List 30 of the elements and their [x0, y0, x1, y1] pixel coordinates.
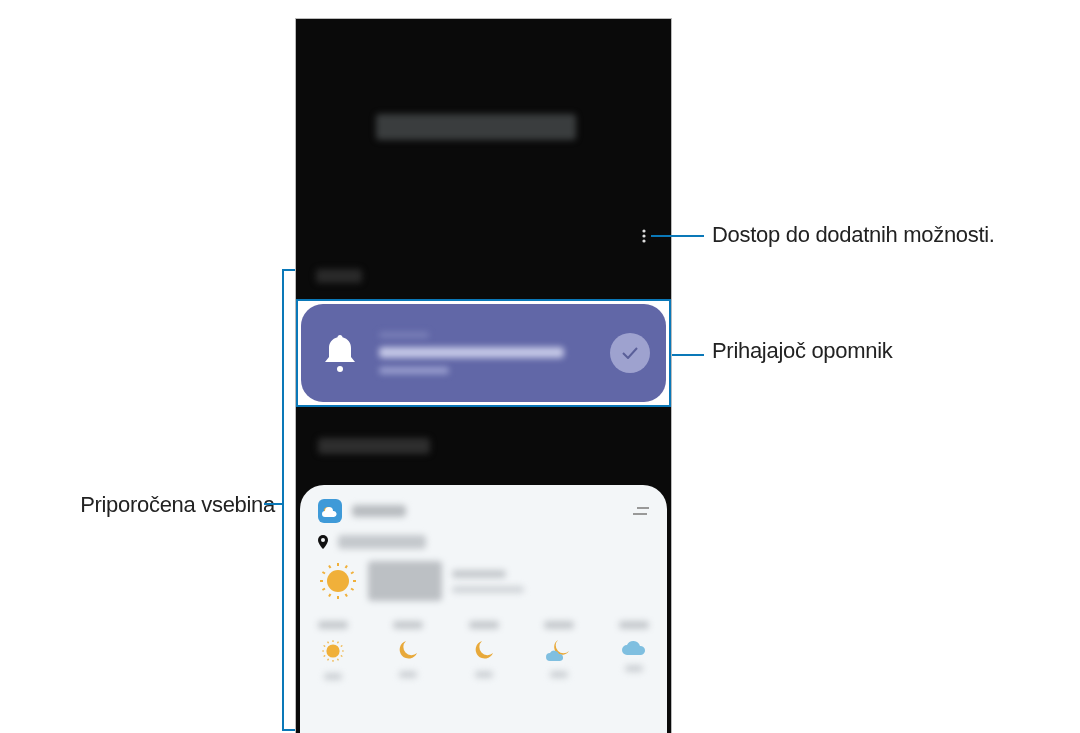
check-icon	[622, 347, 638, 359]
moon-icon	[397, 639, 420, 661]
blurred-text	[318, 621, 348, 629]
blurred-text	[379, 367, 449, 374]
callout-label: Dostop do dodatnih možnosti.	[712, 221, 996, 249]
sun-icon	[318, 561, 358, 601]
blurred-text	[625, 665, 643, 672]
callout-label: Prihajajoč opomnik	[712, 337, 894, 365]
bell-icon	[323, 333, 357, 373]
blurred-text	[549, 671, 568, 678]
more-options-icon	[642, 229, 646, 243]
sun-icon	[321, 639, 345, 663]
leader-line	[651, 235, 704, 237]
moon-cloud-icon	[545, 639, 572, 661]
blurred-text	[452, 569, 506, 578]
blurred-text	[399, 671, 418, 678]
blurred-text	[316, 269, 362, 283]
weather-app-icon	[318, 499, 342, 523]
check-button[interactable]	[610, 333, 650, 373]
blurred-text	[468, 621, 499, 629]
blurred-text	[619, 621, 649, 629]
location-pin-icon	[318, 535, 328, 549]
blurred-text	[352, 505, 406, 517]
menu-icon	[633, 507, 649, 515]
cloud-icon	[621, 639, 647, 655]
callout-label: Priporočena vsebina	[80, 491, 275, 519]
blurred-text	[474, 671, 493, 678]
blurred-text	[324, 673, 342, 680]
blurred-text	[393, 621, 424, 629]
blurred-text	[543, 621, 574, 629]
